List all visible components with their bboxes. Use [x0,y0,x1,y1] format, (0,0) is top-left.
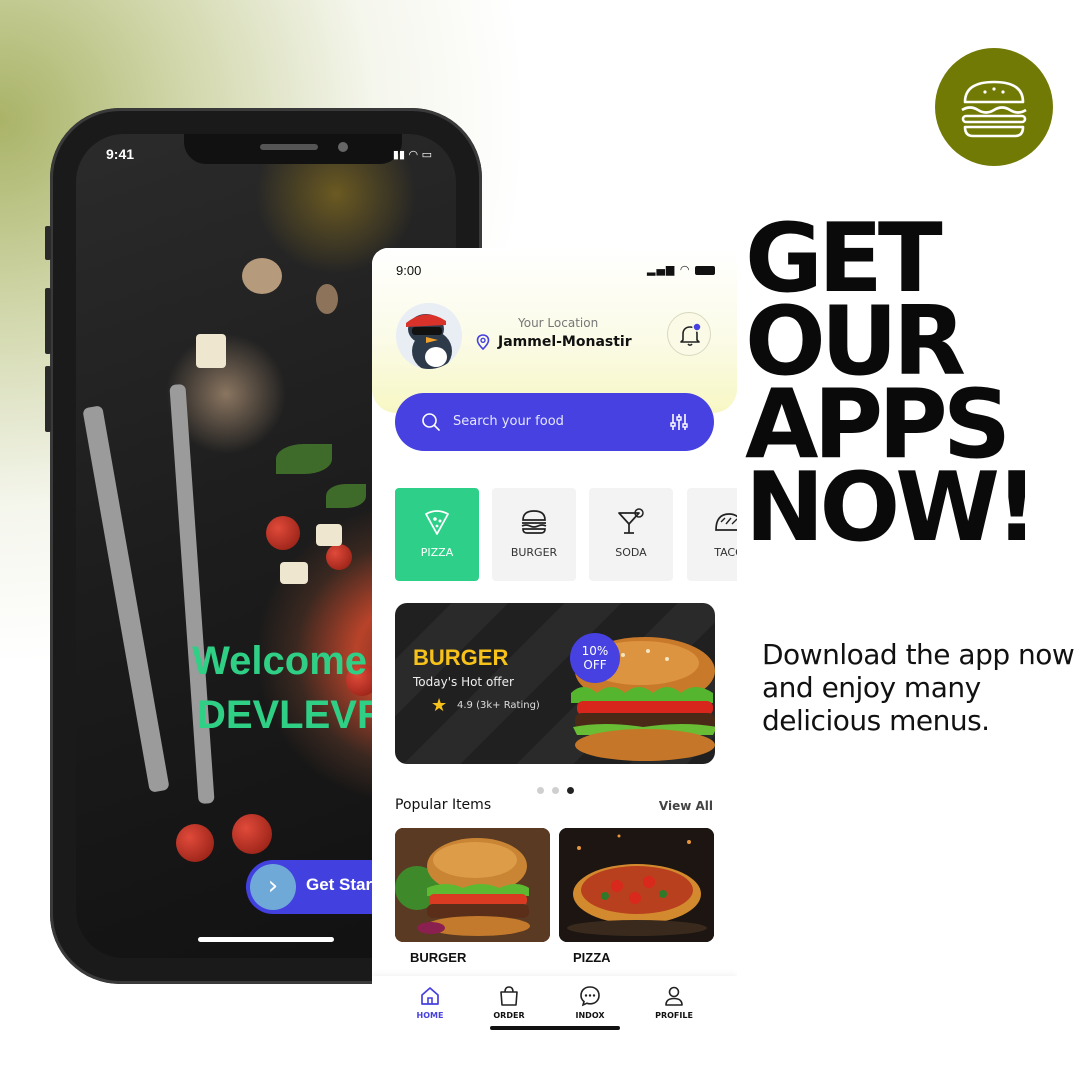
taco-icon [715,513,737,531]
burger-photo [395,828,550,942]
filter-icon[interactable] [670,412,688,432]
tab-inbox[interactable]: INDOX [560,985,620,1020]
search-bar[interactable]: Search your food [395,393,714,451]
search-icon [422,413,440,431]
notification-button[interactable] [667,312,711,356]
chat-icon [580,986,600,1007]
chevron-right-icon: › [250,864,296,910]
popular-item-burger[interactable] [395,828,550,942]
tab-label: HOME [416,1011,444,1020]
popular-item-name: BURGER [410,950,467,965]
category-label: TACO [714,546,737,559]
penguin-avatar-icon [396,303,462,369]
phone-notch [184,134,402,164]
bell-icon [680,322,702,347]
location-value[interactable]: Jammel-Monastir [498,334,632,350]
signal-icon: ▂▄▆ [647,263,676,276]
discount-badge: 10% OFF [570,633,620,683]
status-icons: ▮▮ ◠ ▭ [392,148,432,161]
tab-label: ORDER [493,1011,525,1020]
phone-silent-switch [45,226,51,260]
promo-headline: GET OUR APPS NOW! [745,212,1075,563]
tomato-image [176,824,214,862]
tomato-image [326,544,352,570]
offer-subtitle: Today's Hot offer [413,675,514,689]
mushroom-image [316,284,338,314]
offer-title: BURGER [413,645,509,670]
home-icon [421,987,439,1005]
promo-subtext: Download the app now and enjoy many deli… [762,638,1075,737]
cocktail-icon [618,508,644,534]
search-input[interactable]: Search your food [453,414,564,429]
burger-icon [521,510,547,534]
cheese-image [280,562,308,584]
tomato-image [232,814,272,854]
mushroom-image [196,334,226,368]
status-time: 9:00 [396,263,422,278]
wifi-icon: ◠ [679,263,691,276]
discount-off: OFF [583,658,607,672]
popular-item-name: PIZZA [573,950,611,965]
category-label: SODA [615,546,647,559]
burger-badge [935,48,1053,166]
category-list: PIZZA BURGER SODA TAC [395,488,737,582]
battery-icon [695,265,715,275]
status-time: 9:41 [106,146,135,162]
burger-icon [961,80,1027,138]
category-pizza[interactable]: PIZZA [395,488,479,581]
category-label: PIZZA [420,546,454,559]
headline-line: NOW! [745,453,1038,563]
view-all-link[interactable]: View All [659,799,713,813]
category-taco[interactable]: TACO [687,488,737,581]
phone-volume-down [45,366,51,432]
category-label: BURGER [510,546,558,559]
avatar[interactable] [396,303,462,369]
basil-leaf-image [326,484,366,508]
tab-label: PROFILE [655,1011,693,1020]
home-indicator[interactable] [198,937,334,942]
popular-items-title: Popular Items [395,797,492,813]
pizza-icon [425,510,449,535]
carousel-dot[interactable] [537,787,544,794]
category-soda[interactable]: SODA [589,488,673,581]
discount-percent: 10% [581,644,609,658]
status-icons: ▂▄▆ ◠ [647,263,715,276]
carousel-dot-active[interactable] [567,787,574,794]
app-screen: 9:00 ▂▄▆ ◠ Your Location Jammel-Monastir [372,248,737,1039]
offer-rating: 4.9 (3k+ Rating) [457,700,540,711]
home-indicator[interactable] [490,1026,620,1030]
star-icon: ★ [431,695,448,716]
phone-volume-up [45,288,51,354]
tab-label: INDOX [575,1011,605,1020]
offer-banner[interactable]: BURGER Today's Hot offer ★ 4.9 (3k+ Rati… [395,603,715,764]
tab-home[interactable]: HOME [400,985,460,1020]
front-camera [338,142,348,152]
carousel-dot[interactable] [552,787,559,794]
location-label: Your Location [518,316,599,330]
user-icon [665,986,683,1006]
pizza-photo [559,828,714,942]
tomato-image [266,516,300,550]
location-pin-icon [476,334,490,350]
bag-icon [500,986,518,1006]
carousel-dots [537,779,582,798]
basil-leaf-image [276,444,332,474]
speaker-grill [260,144,318,150]
cheese-image [316,524,342,546]
tab-order[interactable]: ORDER [479,985,539,1020]
popular-item-pizza[interactable] [559,828,714,942]
tab-profile[interactable]: PROFILE [644,985,704,1020]
category-burger[interactable]: BURGER [492,488,576,581]
mushroom-image [242,258,282,294]
